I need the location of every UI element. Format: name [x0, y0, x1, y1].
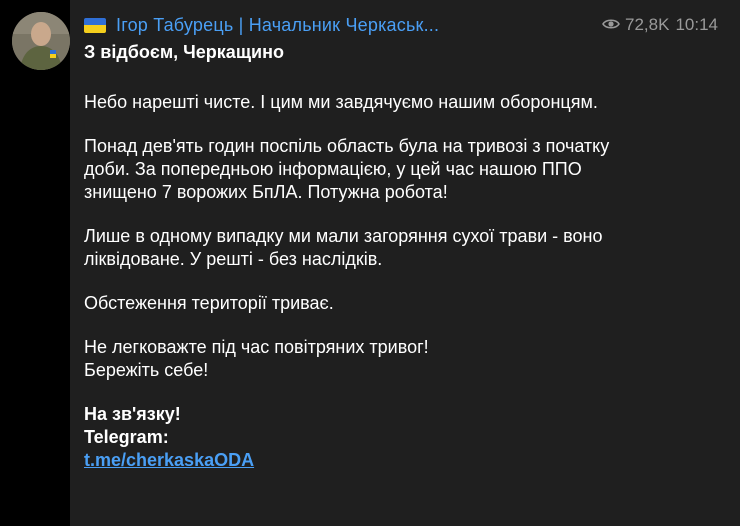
- message-meta: 72,8K 10:14: [602, 15, 718, 35]
- view-count: 72,8K: [625, 15, 670, 34]
- post-title: З відбоєм, Черкащино: [84, 42, 284, 62]
- eye-icon: [602, 15, 620, 35]
- message-header: Ігор Табурець | Начальник Черкаськ... 72…: [84, 12, 718, 38]
- footer-heading: На зв'язку!: [84, 404, 181, 424]
- paragraph: Не легковажте під час повітряних тривог!…: [84, 337, 429, 380]
- message-text: З відбоєм, Черкащино Небо нарешті чисте.…: [84, 41, 644, 472]
- message-time: 10:14: [675, 15, 718, 34]
- telegram-label: Telegram:: [84, 427, 169, 447]
- paragraph: Обстеження території триває.: [84, 293, 334, 313]
- paragraph: Лише в одному випадку ми мали загоряння …: [84, 226, 603, 269]
- paragraph: Понад дев'ять годин поспіль область була…: [84, 136, 610, 202]
- ukraine-flag-icon: [84, 17, 106, 33]
- message-bubble: Ігор Табурець | Начальник Черкаськ... 72…: [70, 0, 740, 526]
- channel-name[interactable]: Ігор Табурець | Начальник Черкаськ...: [116, 15, 439, 36]
- post-title-line: З відбоєм, Черкащино: [84, 41, 644, 64]
- channel-avatar[interactable]: [12, 12, 70, 70]
- channel-link[interactable]: t.me/cherkaskaODA: [84, 450, 254, 470]
- ukraine-flag-icon: [284, 44, 305, 59]
- paragraph: Небо нарешті чисте. І цим ми завдячуємо …: [84, 92, 598, 112]
